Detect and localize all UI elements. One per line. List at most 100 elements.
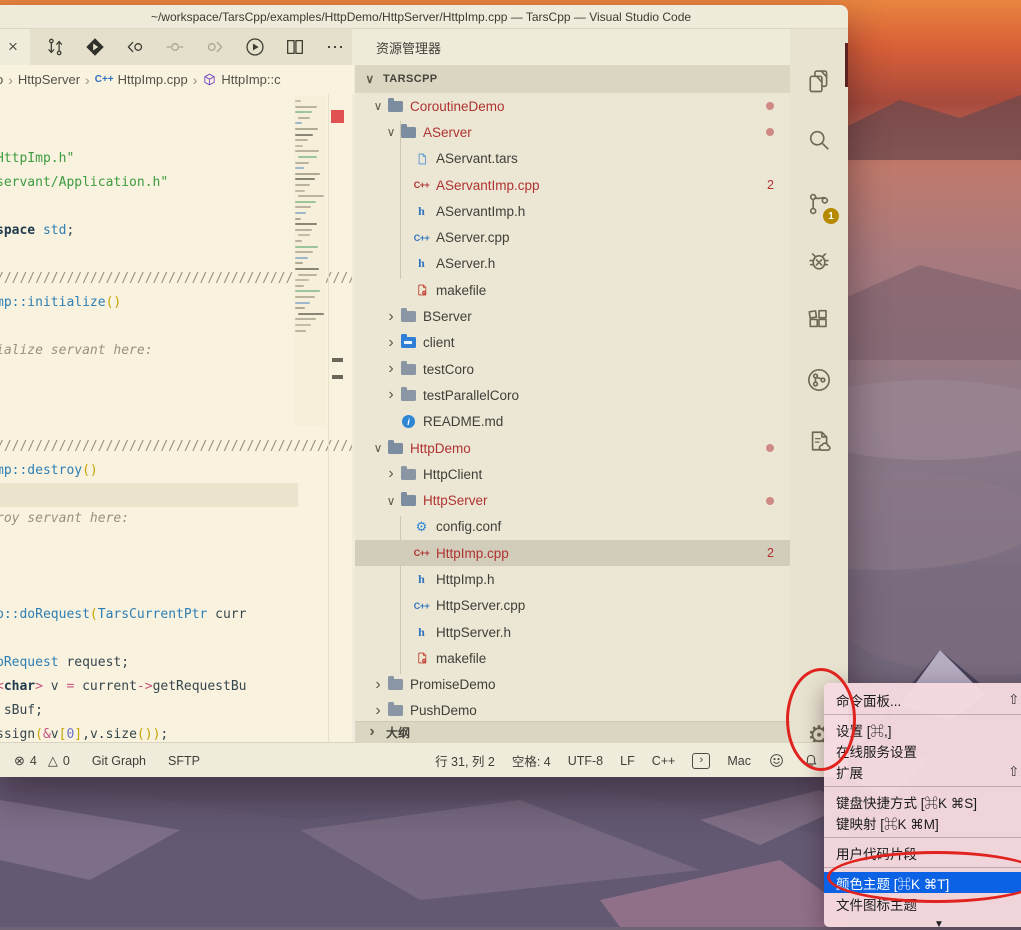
- status-feedback[interactable]: [768, 752, 785, 769]
- cpp-file-icon: C++: [413, 545, 430, 561]
- search-icon[interactable]: [790, 116, 848, 164]
- previous-change-icon[interactable]: [122, 34, 148, 60]
- tree-item-bserver[interactable]: ›BServer: [355, 303, 790, 329]
- menu-item-command-palette[interactable]: 命令面板...⇧⌘P: [824, 689, 1021, 710]
- debug-icon[interactable]: [790, 236, 848, 284]
- more-actions-icon[interactable]: ⋯: [322, 34, 348, 60]
- tree-item-aserver-h[interactable]: hAServer.h: [355, 251, 790, 277]
- header-file-icon: h: [413, 256, 430, 272]
- tree-item-label: BServer: [423, 309, 472, 324]
- folder-icon: [400, 361, 417, 377]
- menu-item-user-snippets[interactable]: 用户代码片段: [824, 842, 1021, 863]
- next-change-icon[interactable]: [202, 34, 228, 60]
- tree-item-httpimp-cpp[interactable]: C++HttpImp.cpp2: [355, 540, 790, 566]
- tree-item-aserver-cpp[interactable]: C++AServer.cpp: [355, 224, 790, 250]
- menu-separator: [824, 837, 1021, 838]
- tree-item-promisedemo[interactable]: ›PromiseDemo: [355, 672, 790, 698]
- minimap-line: [295, 229, 312, 231]
- tree-item-readme-md[interactable]: iREADME.md: [355, 409, 790, 435]
- status-indentation[interactable]: 空格: 4: [512, 751, 551, 770]
- tree-item-httpserver-h[interactable]: hHttpServer.h: [355, 619, 790, 645]
- breadcrumb-separator-icon: ›: [8, 72, 13, 88]
- status-platform[interactable]: Mac: [727, 754, 751, 768]
- minimap-line: [295, 262, 303, 264]
- chevron-right-icon: ›: [384, 364, 398, 374]
- tree-item-httpserver[interactable]: ∨HttpServer: [355, 487, 790, 513]
- gear-context-menu: 命令面板...⇧⌘P 设置 [⌘,]在线服务设置扩展⇧⌘X 键盘快捷方式 [⌘K ⌘…: [824, 683, 1021, 927]
- tree-item-httpdemo[interactable]: ∨HttpDemo: [355, 435, 790, 461]
- folder-icon: [387, 98, 404, 114]
- folder-icon: [400, 124, 417, 140]
- outline-section-header[interactable]: › 大纲: [355, 721, 790, 742]
- chevron-down-icon: ∨: [384, 125, 398, 139]
- menu-item-file-icon-theme[interactable]: 文件图标主题: [824, 893, 1021, 914]
- git-graph-view-icon[interactable]: [790, 356, 848, 404]
- menu-item-settings[interactable]: 设置 [⌘,]: [824, 719, 1021, 740]
- tree-item-makefile-1[interactable]: makefile: [355, 277, 790, 303]
- status-eol[interactable]: LF: [620, 754, 635, 768]
- menu-item-online-settings[interactable]: 在线服务设置: [824, 740, 1021, 761]
- minimap-line: [295, 285, 304, 287]
- current-change-icon[interactable]: [162, 34, 188, 60]
- tree-item-httpimp-h[interactable]: hHttpImp.h: [355, 566, 790, 592]
- minimap-line: [295, 318, 316, 320]
- code-editor[interactable]: HttpImp.h"servant/Application.h"space st…: [0, 94, 352, 742]
- tree-item-testcoro[interactable]: ›testCoro: [355, 356, 790, 382]
- git-compare-icon[interactable]: [42, 34, 68, 60]
- active-view-indicator: [845, 43, 848, 87]
- activity-bar: 1 ⚙: [790, 29, 848, 742]
- tree-item-makefile-2[interactable]: makefile: [355, 645, 790, 671]
- problems-count-badge: 2: [767, 540, 774, 566]
- close-icon[interactable]: ×: [2, 35, 24, 59]
- folder-icon: [387, 703, 404, 719]
- chevron-right-icon: ›: [384, 338, 398, 348]
- status-sftp[interactable]: SFTP: [168, 754, 200, 768]
- status-errors-warnings[interactable]: ⊗4△0: [14, 753, 70, 769]
- tree-item-config-conf[interactable]: ⚙config.conf: [355, 514, 790, 540]
- run-code-icon[interactable]: [242, 34, 268, 60]
- status-notifications[interactable]: [802, 752, 820, 770]
- tree-item-client[interactable]: ›client: [355, 330, 790, 356]
- tree-item-aserver[interactable]: ∨ AServer: [355, 119, 790, 145]
- status-tasks[interactable]: ›: [692, 753, 710, 769]
- workspace-section-header[interactable]: ∨ TARSCPP: [355, 65, 790, 93]
- menu-item-label: 文件图标主题: [836, 894, 917, 914]
- explorer-icon[interactable]: [790, 57, 848, 105]
- tree-item-testparallelcoro[interactable]: ›testParallelCoro: [355, 382, 790, 408]
- tree-item-label: AServer: [423, 125, 472, 140]
- status-git-graph[interactable]: Git Graph: [92, 754, 146, 768]
- tree-item-aservantimp-h[interactable]: hAServantImp.h: [355, 198, 790, 224]
- gitlens-icon[interactable]: [82, 34, 108, 60]
- explorer-panel-title: 资源管理器: [355, 29, 790, 65]
- split-editor-icon[interactable]: [282, 34, 308, 60]
- status-encoding[interactable]: UTF-8: [568, 754, 603, 768]
- cpp-file-icon: C++: [413, 598, 430, 614]
- breadcrumb-item[interactable]: HttpImp::c: [221, 72, 280, 87]
- extensions-icon[interactable]: [790, 296, 848, 344]
- breadcrumb-item[interactable]: HttpImp.cpp: [118, 72, 188, 87]
- tree-item-httpclient[interactable]: ›HttpClient: [355, 461, 790, 487]
- minimap[interactable]: [294, 96, 326, 426]
- tree-item-httpserver-cpp[interactable]: C++HttpServer.cpp: [355, 593, 790, 619]
- warning-icon: △: [48, 753, 58, 769]
- breadcrumb-item[interactable]: HttpServer: [18, 72, 80, 87]
- minimap-line: [295, 324, 311, 326]
- status-language-mode[interactable]: C++: [652, 754, 676, 768]
- menu-item-keyboard-shortcuts[interactable]: 键盘快捷方式 [⌘K ⌘S]: [824, 791, 1021, 812]
- tree-item-aservantimp-cpp[interactable]: C++AServantImp.cpp2: [355, 172, 790, 198]
- menu-item-extensions[interactable]: 扩展⇧⌘X: [824, 761, 1021, 782]
- status-cursor-position[interactable]: 行 31, 列 2: [435, 751, 495, 770]
- menu-item-keymaps[interactable]: 键映射 [⌘K ⌘M]: [824, 812, 1021, 833]
- tree-item-aservant-tars[interactable]: AServant.tars: [355, 146, 790, 172]
- folder-icon: [400, 387, 417, 403]
- cpp-file-icon: C++: [95, 74, 114, 85]
- tree-item-coroutinedemo[interactable]: ∨CoroutineDemo: [355, 93, 790, 119]
- chevron-right-icon: ›: [384, 469, 398, 479]
- menu-item-color-theme[interactable]: 颜色主题 [⌘K ⌘T]: [824, 872, 1021, 893]
- header-file-icon: h: [413, 571, 430, 587]
- source-control-icon[interactable]: 1: [790, 180, 848, 228]
- breadcrumb[interactable]: o›HttpServer›C++HttpImp.cpp›HttpImp::c: [0, 65, 354, 94]
- sftp-view-icon[interactable]: [790, 417, 848, 465]
- status-bar-left: ⊗4△0 Git Graph SFTP: [14, 753, 200, 769]
- menu-scroll-down-icon[interactable]: ▼: [824, 919, 1021, 930]
